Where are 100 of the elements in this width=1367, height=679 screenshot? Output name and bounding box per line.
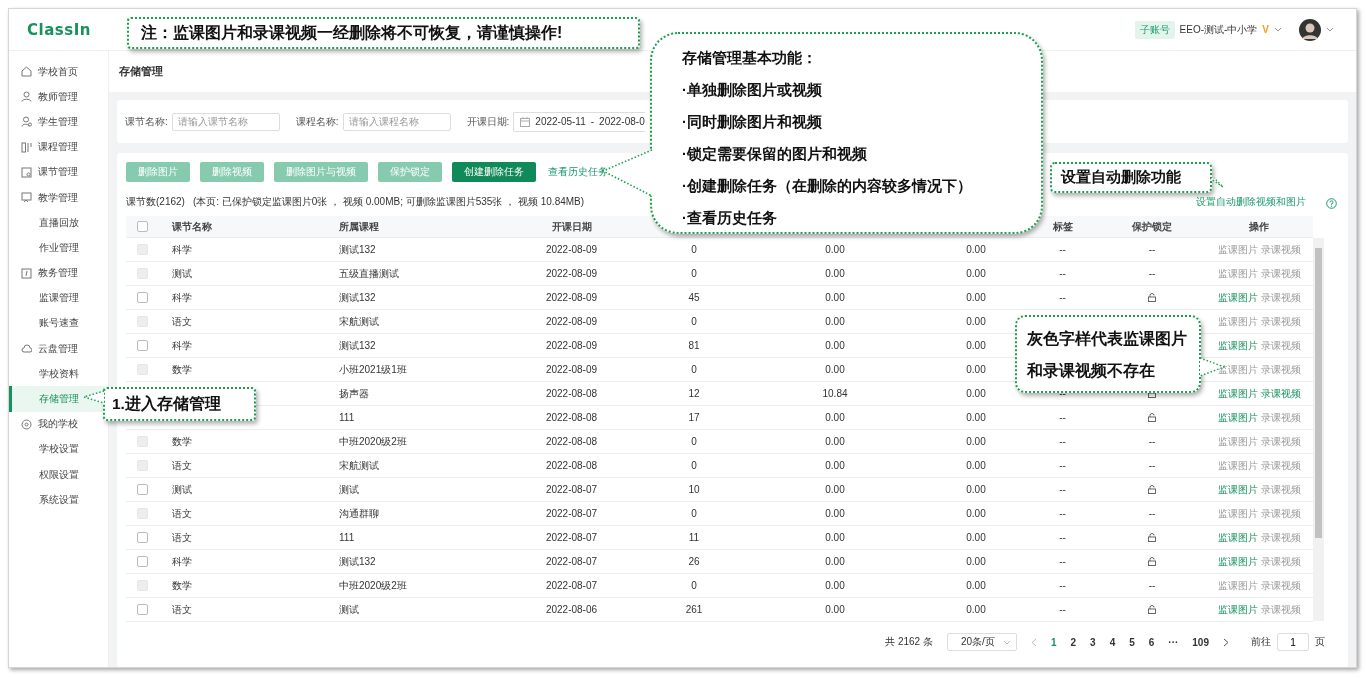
action-link[interactable]: 录课视频 (1260, 386, 1301, 401)
action-link[interactable]: 监课图片 (1217, 482, 1258, 497)
page-input[interactable]: 1 (1277, 633, 1309, 651)
lock-icon[interactable] (1148, 293, 1156, 302)
caret-icon[interactable] (1274, 27, 1282, 32)
sidebar-item[interactable]: 系统设置 (9, 487, 108, 513)
summary-text: (本页: 已保护锁定监课图片0张 ， 视频 0.00MB; 可删除监课图片535张 ， 视频 10.84MB) (192, 195, 585, 209)
action-link[interactable]: 监课图片 (1217, 290, 1258, 305)
page-button[interactable]: 6 (1148, 636, 1155, 648)
sidebar-item[interactable]: 账号速查 (9, 310, 108, 337)
sidebar-item[interactable]: 学生管理 (9, 109, 108, 135)
action-link[interactable]: 监课图片 (1217, 386, 1258, 401)
table-cell: 语文 (172, 315, 192, 327)
sidebar-item[interactable]: 学校首页 (9, 59, 108, 85)
action-link[interactable]: 录课视频 (1260, 554, 1301, 569)
lock-icon[interactable] (1148, 605, 1156, 614)
checkbox[interactable] (137, 484, 148, 495)
home-icon (21, 66, 32, 78)
school-name[interactable]: EEO-测试-中小学 (1179, 22, 1258, 37)
lock-icon[interactable] (1148, 557, 1156, 566)
caret-icon[interactable] (1002, 639, 1011, 645)
table-cell: 111 (339, 412, 355, 423)
avatar[interactable] (1299, 18, 1321, 41)
action-link[interactable]: 监课图片 (1217, 554, 1258, 569)
table-cell: 数学 (172, 363, 192, 375)
checkbox[interactable] (137, 221, 148, 232)
table-cell: 中班2020级2班 (339, 579, 407, 591)
sidebar-item[interactable]: 教师管理 (9, 84, 108, 110)
action-link[interactable]: 监课图片 (1217, 602, 1258, 617)
sidebar-item[interactable]: 学校设置 (9, 436, 108, 462)
sidebar-item[interactable]: 权限设置 (9, 462, 108, 488)
input-field[interactable]: 请输入课程名称 (342, 112, 451, 131)
checkbox[interactable] (137, 340, 148, 351)
table-cell: 数学 (172, 579, 192, 591)
page-button[interactable]: ··· (1168, 636, 1179, 648)
table-cell: -- (1059, 460, 1066, 471)
action-link[interactable]: 录课视频 (1260, 602, 1301, 617)
callout-item: ·同时删除图片和视频 (682, 113, 823, 132)
table-cell: 2022-08-09 (545, 316, 598, 327)
table-cell: 2022-08-08 (545, 436, 598, 447)
lock-icon[interactable] (1148, 413, 1156, 422)
page-button[interactable]: 3 (1090, 636, 1096, 648)
auto-delete-link[interactable]: 设置自动删除视频和图片 (1196, 195, 1306, 209)
callout: 注：监课图片和录课视频一经删除将不可恢复，请谨慎操作! (127, 17, 640, 49)
table-cell: 0 (691, 580, 697, 591)
page-button[interactable]: 4 (1109, 636, 1116, 648)
input-field[interactable]: 请输入课节名称 (171, 112, 280, 131)
lock-icon[interactable] (1148, 485, 1156, 494)
callout: 设置自动删除功能 (1050, 162, 1212, 193)
page-button[interactable]: 109 (1192, 636, 1209, 648)
vip-mark: V (1262, 24, 1269, 35)
page-button[interactable]: 2 (1070, 636, 1077, 648)
table-cell: 10 (688, 484, 700, 495)
calendar-icon (520, 116, 531, 127)
action-link[interactable]: 录课视频 (1260, 338, 1301, 353)
table-cell: 0 (691, 364, 697, 375)
page-button[interactable]: 1 (1050, 636, 1057, 648)
sidebar-item[interactable]: 云盘管理 (9, 336, 108, 362)
action-link[interactable]: 监课图片 (1217, 338, 1258, 353)
sidebar-item[interactable]: 直播回放 (9, 210, 108, 236)
table-cell: 沟通群聊 (339, 507, 379, 519)
action-link[interactable]: 监课图片 (1217, 530, 1258, 545)
action-link[interactable]: 监课图片 (1217, 410, 1258, 425)
table-cell: 2022-08-08 (545, 388, 598, 399)
scrollbar[interactable] (1313, 238, 1324, 621)
table-cell: 五级直播测试 (339, 267, 399, 279)
table-cell: 0.00 (825, 484, 845, 495)
sidebar-item[interactable]: 教务管理 (9, 260, 108, 286)
lock-icon[interactable] (1148, 533, 1156, 542)
table-cell: -- (1059, 412, 1066, 423)
sidebar-item[interactable]: 课程管理 (9, 134, 108, 160)
page-size-select[interactable]: 20条/页 (946, 633, 1017, 651)
action-link[interactable]: 录课视频 (1260, 482, 1301, 497)
checkbox[interactable] (137, 604, 148, 615)
column-header: 标签 (1051, 219, 1074, 234)
previous-icon[interactable] (1030, 637, 1037, 647)
checkbox[interactable] (137, 532, 148, 543)
action-link[interactable]: 录课视频 (1260, 410, 1301, 425)
column-header: 操作 (1248, 219, 1270, 234)
caret-icon[interactable] (1326, 27, 1334, 32)
action-button[interactable]: 创建删除任务 (452, 162, 536, 182)
page-button[interactable]: 5 (1129, 636, 1135, 648)
action-link[interactable]: 录课视频 (1260, 530, 1301, 545)
table-cell: 2022-08-09 (545, 292, 598, 303)
checkbox[interactable] (137, 292, 148, 303)
table-cell: 81 (688, 340, 700, 351)
date-range-field[interactable]: 2022-05-11 - 2022-08-0 (513, 111, 645, 132)
help-icon[interactable] (1326, 198, 1337, 209)
sidebar-item[interactable]: 监课管理 (9, 285, 108, 311)
sidebar-item[interactable]: 作业管理 (9, 235, 108, 261)
sidebar-item[interactable]: 教学管理 (9, 184, 108, 211)
table-cell: 语文 (172, 459, 192, 471)
checkbox[interactable] (137, 556, 148, 567)
next-icon[interactable] (1223, 637, 1229, 647)
action-link[interactable]: 录课视频 (1260, 290, 1301, 305)
sidebar-item[interactable]: 学校资料 (9, 361, 108, 387)
sidebar-item[interactable]: 课节管理 (9, 159, 108, 185)
user-icon (21, 91, 32, 103)
table-cell: 0.00 (825, 532, 845, 543)
column-header: 保护锁定 (1131, 219, 1173, 234)
